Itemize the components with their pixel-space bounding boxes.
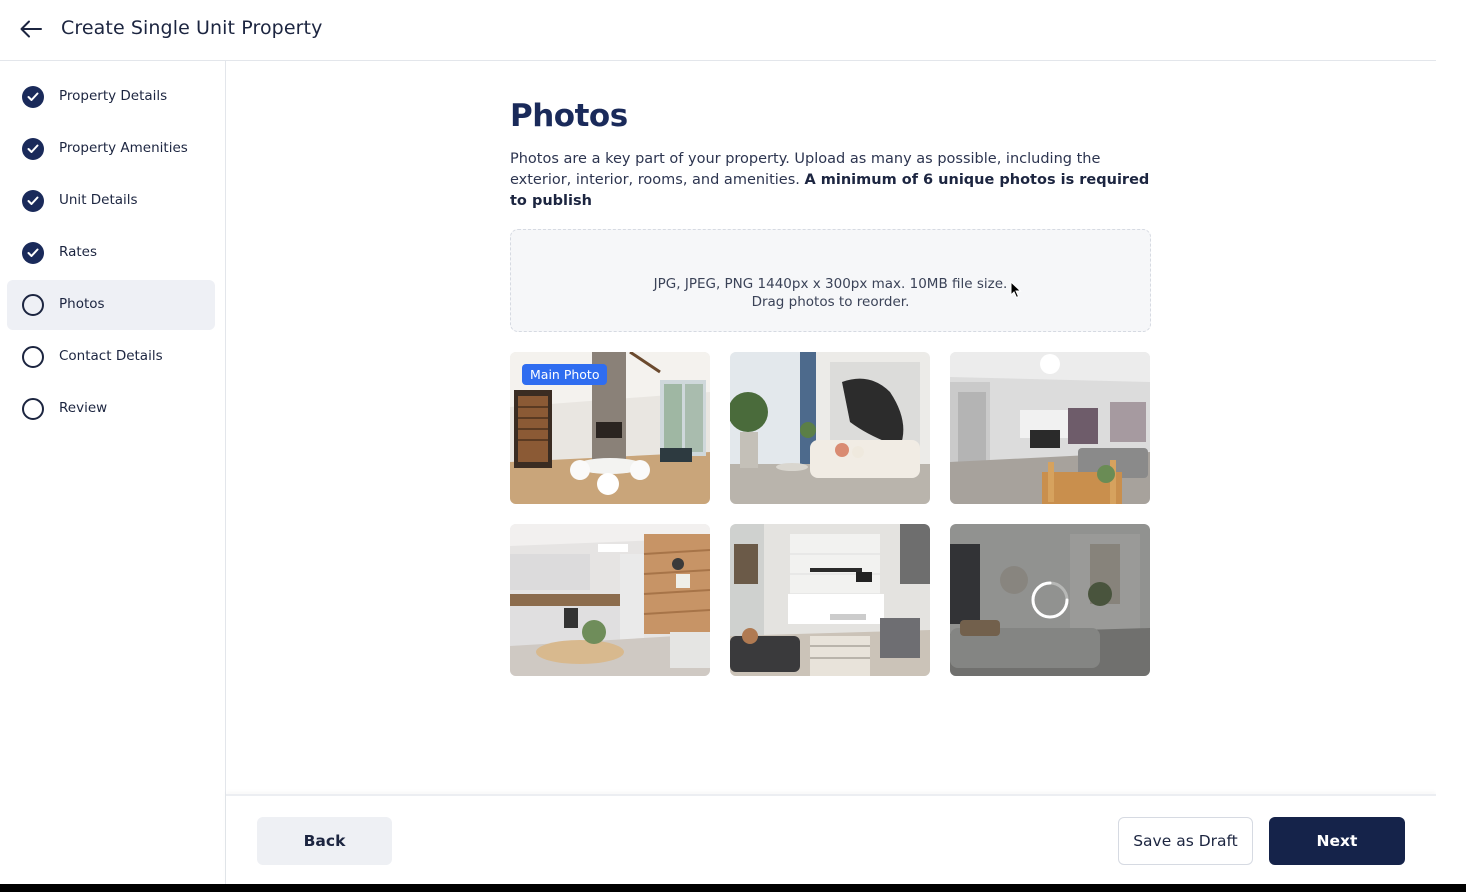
sidebar-item-property-amenities[interactable]: Property Amenities xyxy=(7,124,215,174)
empty-circle-icon xyxy=(22,294,44,316)
form-footer: Back Save as Draft Next xyxy=(226,794,1436,884)
dropzone-reorder-hint: Drag photos to reorder. xyxy=(751,294,910,310)
check-circle-icon xyxy=(22,138,44,160)
main-photo-badge: Main Photo xyxy=(522,364,608,385)
sidebar-item-rates[interactable]: Rates xyxy=(7,228,215,278)
sidebar-item-label: Unit Details xyxy=(59,192,138,208)
top-header: Create Single Unit Property xyxy=(0,0,1436,61)
sidebar-item-review[interactable]: Review xyxy=(7,384,215,434)
arrow-left-icon[interactable] xyxy=(18,16,44,42)
back-button[interactable]: Back xyxy=(257,817,392,865)
page: Create Single Unit Property Property Det… xyxy=(0,0,1436,884)
photo-thumbnail-3[interactable] xyxy=(950,352,1150,504)
mouse-cursor-icon xyxy=(1010,280,1022,299)
section-description: Photos are a key part of your property. … xyxy=(510,149,1160,212)
sidebar-item-contact-details[interactable]: Contact Details xyxy=(7,332,215,382)
sidebar-item-label: Property Amenities xyxy=(59,140,188,156)
living-room-image xyxy=(730,524,930,676)
check-circle-icon xyxy=(22,86,44,108)
right-gutter xyxy=(1436,0,1466,884)
photo-thumbnail-1[interactable]: Main Photo xyxy=(510,352,710,504)
save-draft-button[interactable]: Save as Draft xyxy=(1118,817,1253,865)
photo-thumbnail-2[interactable] xyxy=(730,352,930,504)
kitchen-image xyxy=(510,524,710,676)
sidebar-item-label: Photos xyxy=(59,296,105,312)
living-room-image xyxy=(730,352,930,504)
check-circle-icon xyxy=(22,190,44,212)
check-circle-icon xyxy=(22,242,44,264)
sidebar-item-photos[interactable]: Photos xyxy=(7,280,215,330)
loading-spinner-icon xyxy=(1030,580,1070,620)
sidebar-item-label: Property Details xyxy=(59,88,168,104)
photo-dropzone[interactable]: JPG, JPEG, PNG 1440px x 300px max. 10MB … xyxy=(510,229,1151,332)
living-room-image xyxy=(950,352,1150,504)
sidebar-item-label: Review xyxy=(59,400,108,416)
empty-circle-icon xyxy=(22,346,44,368)
step-sidebar: Property Details Property Amenities Unit… xyxy=(0,61,226,884)
sidebar-item-unit-details[interactable]: Unit Details xyxy=(7,176,215,226)
dropzone-format-hint: JPG, JPEG, PNG 1440px x 300px max. 10MB … xyxy=(653,276,1008,292)
photo-thumbnail-4[interactable] xyxy=(510,524,710,676)
sidebar-item-label: Rates xyxy=(59,244,97,260)
photo-thumbnail-6[interactable] xyxy=(950,524,1150,676)
next-button[interactable]: Next xyxy=(1269,817,1405,865)
empty-circle-icon xyxy=(22,398,44,420)
sidebar-item-label: Contact Details xyxy=(59,348,163,364)
bottom-edge xyxy=(0,884,1466,892)
photo-thumbnail-5[interactable] xyxy=(730,524,930,676)
page-title: Create Single Unit Property xyxy=(61,17,323,39)
sidebar-item-property-details[interactable]: Property Details xyxy=(7,72,215,122)
section-title: Photos xyxy=(510,98,628,134)
